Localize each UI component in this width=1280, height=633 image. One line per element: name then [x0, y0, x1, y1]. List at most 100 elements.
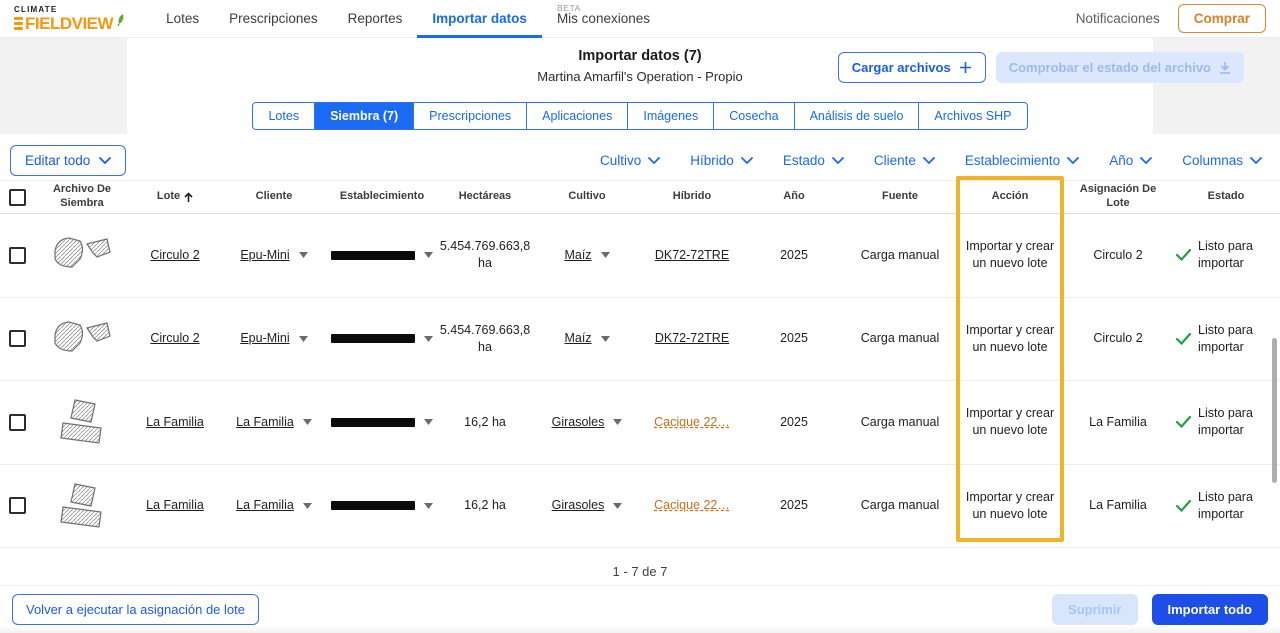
fuente-value: Carga manual — [860, 498, 940, 513]
plus-icon — [959, 62, 971, 73]
tab-lotes[interactable]: Lotes — [252, 102, 316, 130]
cliente-link[interactable]: Epu-Mini — [240, 247, 289, 264]
filter-establecimiento[interactable]: Establecimiento — [965, 153, 1080, 168]
fuente-value: Carga manual — [860, 247, 940, 262]
tab-archivos-shp[interactable]: Archivos SHP — [918, 102, 1028, 130]
field-thumbnail[interactable] — [34, 397, 130, 447]
edit-all-button[interactable]: Editar todo — [10, 144, 127, 176]
lote-link[interactable]: La Familia — [146, 414, 204, 431]
col-header-lote[interactable]: Lote — [130, 190, 220, 204]
chevron-down-icon — [99, 156, 112, 164]
caret-down-icon[interactable] — [424, 502, 433, 509]
redacted-establishment[interactable] — [331, 417, 415, 427]
filter-hibrido[interactable]: Híbrido — [690, 153, 753, 168]
caret-down-icon[interactable] — [613, 419, 623, 426]
col-header-accion[interactable]: Acción — [956, 190, 1064, 204]
tab-imagenes[interactable]: Imágenes — [627, 102, 715, 130]
caret-down-icon[interactable] — [600, 335, 610, 342]
import-all-button[interactable]: Importar todo — [1151, 594, 1268, 625]
col-header-cultivo[interactable]: Cultivo — [534, 190, 640, 204]
caret-down-icon[interactable] — [600, 252, 610, 259]
nav-item-prescripciones[interactable]: Prescripciones — [214, 0, 333, 38]
cultivo-link[interactable]: Maíz — [564, 330, 591, 347]
nav-item-label: Reportes — [347, 11, 403, 26]
col-header-hibrido[interactable]: Híbrido — [640, 190, 744, 204]
col-header-fuente[interactable]: Fuente — [844, 190, 956, 204]
cultivo-link[interactable]: Girasoles — [552, 414, 605, 431]
select-all-checkbox[interactable] — [8, 188, 26, 206]
cliente-link[interactable]: La Familia — [236, 414, 294, 431]
chevron-down-icon — [1140, 156, 1153, 164]
upload-files-button[interactable]: Cargar archivos — [837, 52, 986, 83]
caret-down-icon[interactable] — [298, 335, 308, 342]
lote-link[interactable]: Circulo 2 — [150, 330, 199, 347]
tab-analisis-de-suelo[interactable]: Análisis de suelo — [793, 102, 920, 130]
hectareas-value: 5.454.769.663,8 ha — [439, 239, 531, 271]
check-file-status-button: Comprobar el estado del archivo — [995, 52, 1244, 83]
row-checkbox[interactable] — [8, 413, 26, 431]
lote-link[interactable]: La Familia — [146, 497, 204, 514]
tab-prescripciones[interactable]: Prescripciones — [413, 102, 528, 130]
nav-item-reportes[interactable]: Reportes — [333, 0, 418, 38]
hibrido-link[interactable]: Cacique 22… — [654, 414, 730, 431]
col-header-anio[interactable]: Año — [744, 190, 844, 204]
filter-cultivo[interactable]: Cultivo — [600, 153, 661, 168]
notifications-link[interactable]: Notificaciones — [1076, 11, 1160, 26]
caret-down-icon[interactable] — [298, 252, 308, 259]
filter-row: Editar todo Cultivo Híbrido Estado Clien… — [0, 140, 1280, 180]
caret-down-icon[interactable] — [302, 419, 312, 426]
estado-value: Listo para importar — [1198, 489, 1253, 521]
fieldview-logo[interactable]: CLIMATE FIELDVIEW — [14, 5, 125, 32]
nav-item-lotes[interactable]: Lotes — [151, 0, 214, 38]
cliente-link[interactable]: Epu-Mini — [240, 330, 289, 347]
estado-value: Listo para importar — [1198, 406, 1253, 438]
estado-cell: Listo para importar — [1172, 238, 1280, 272]
row-checkbox[interactable] — [8, 330, 26, 348]
redacted-establishment[interactable] — [331, 501, 415, 511]
hibrido-link[interactable]: Cacique 22… — [654, 497, 730, 514]
hibrido-link[interactable]: DK72-72TRE — [655, 247, 729, 264]
cultivo-link[interactable]: Maíz — [564, 247, 591, 264]
filter-anio[interactable]: Año — [1109, 153, 1153, 168]
tab-cosecha[interactable]: Cosecha — [713, 102, 795, 130]
check-icon — [1176, 416, 1191, 429]
asignacion-value: Circulo 2 — [1093, 247, 1143, 262]
nav-item-mis-conexiones[interactable]: BETA Mis conexiones — [542, 0, 665, 38]
col-header-archivo[interactable]: Archivo De Siembra — [34, 183, 130, 211]
tab-siembra[interactable]: Siembra (7) — [314, 102, 415, 130]
cliente-link[interactable]: La Familia — [236, 497, 294, 514]
tab-aplicaciones[interactable]: Aplicaciones — [526, 102, 629, 130]
caret-down-icon[interactable] — [613, 502, 623, 509]
lote-link[interactable]: Circulo 2 — [150, 247, 199, 264]
nav-item-importar-datos[interactable]: Importar datos — [417, 0, 542, 38]
rerun-lot-assignment-button[interactable]: Volver a ejecutar la asignación de lote — [12, 594, 259, 625]
row-checkbox[interactable] — [8, 497, 26, 515]
filter-estado[interactable]: Estado — [783, 153, 844, 168]
buy-button[interactable]: Comprar — [1177, 4, 1266, 33]
filter-cliente[interactable]: Cliente — [874, 153, 935, 168]
col-header-hectareas[interactable]: Hectáreas — [436, 190, 534, 204]
row-checkbox[interactable] — [8, 246, 26, 264]
cultivo-link[interactable]: Girasoles — [552, 497, 605, 514]
filter-columnas[interactable]: Columnas — [1182, 153, 1262, 168]
col-header-cliente[interactable]: Cliente — [220, 190, 328, 204]
caret-down-icon[interactable] — [424, 335, 433, 342]
col-header-estado[interactable]: Estado — [1172, 190, 1280, 204]
col-header-establecimiento[interactable]: Establecimiento — [328, 190, 436, 204]
field-thumbnail[interactable] — [34, 481, 130, 531]
main-nav: Lotes Prescripciones Reportes Importar d… — [151, 0, 665, 38]
caret-down-icon[interactable] — [424, 419, 433, 426]
redacted-establishment[interactable] — [331, 250, 415, 260]
col-header-asignacion[interactable]: Asignación De Lote — [1064, 183, 1172, 211]
hibrido-link[interactable]: DK72-72TRE — [655, 330, 729, 347]
delete-button: Suprimir — [1052, 594, 1138, 625]
accion-value: Importar y crear un nuevo lote — [965, 489, 1055, 521]
field-thumbnail[interactable] — [34, 316, 130, 362]
redacted-establishment[interactable] — [331, 334, 415, 344]
caret-down-icon[interactable] — [302, 502, 312, 509]
vertical-scrollbar-thumb[interactable] — [1272, 338, 1277, 483]
field-thumbnail[interactable] — [34, 232, 130, 278]
caret-down-icon[interactable] — [424, 252, 433, 259]
check-file-status-label: Comprobar el estado del archivo — [1008, 60, 1211, 75]
filter-label: Estado — [782, 152, 825, 168]
